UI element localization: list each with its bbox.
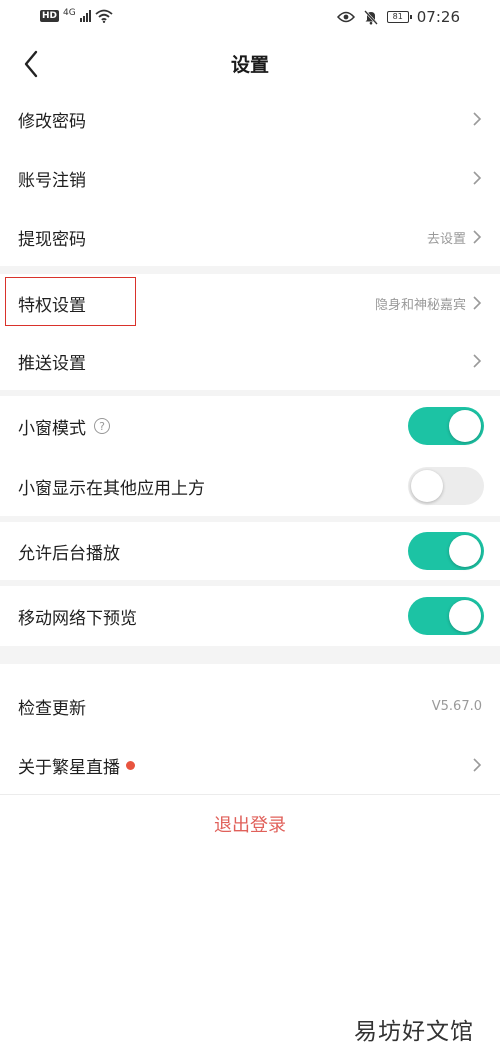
mobile-preview-toggle[interactable] — [408, 597, 484, 635]
small-window-mode-label: 小窗模式 — [18, 418, 86, 439]
signal-icon — [79, 10, 91, 22]
toggle-knob — [449, 600, 481, 632]
background-play-label: 允许后台播放 — [18, 543, 120, 564]
change-password-label: 修改密码 — [18, 111, 86, 132]
small-window-on-top-toggle[interactable] — [408, 467, 484, 505]
background-play-toggle[interactable] — [408, 532, 484, 570]
chevron-right-icon — [473, 296, 482, 310]
battery-icon: 81 — [386, 11, 412, 23]
wifi-icon — [95, 9, 113, 23]
status-right: 81 07:26 — [336, 8, 460, 26]
account-cancel-row[interactable]: 账号注销 — [0, 148, 500, 208]
change-password-row[interactable]: 修改密码 — [0, 90, 500, 148]
page-title: 设置 — [230, 54, 269, 76]
withdraw-password-label: 提现密码 — [18, 229, 86, 250]
mobile-preview-row: 移动网络下预览 — [0, 586, 500, 646]
hd-badge: HD — [40, 10, 60, 22]
chevron-right-icon — [473, 112, 482, 126]
about-label: 关于繁星直播 — [18, 757, 120, 778]
highlight-box — [5, 277, 136, 326]
chevron-right-icon — [473, 230, 482, 244]
section-gap — [0, 646, 500, 664]
version-text: V5.67.0 — [431, 698, 482, 714]
chevron-right-icon — [473, 171, 482, 185]
chevron-right-icon — [473, 354, 482, 368]
nav-bar: 设置 — [0, 36, 500, 90]
small-window-mode-row: 小窗模式 ? — [0, 396, 500, 456]
notification-dot — [126, 760, 135, 770]
chevron-right-icon — [473, 758, 482, 772]
logout-button[interactable]: 退出登录 — [0, 806, 500, 846]
toggle-knob — [449, 410, 481, 442]
push-settings-label: 推送设置 — [18, 353, 86, 374]
account-cancel-label: 账号注销 — [18, 170, 86, 191]
small-window-on-top-label: 小窗显示在其他应用上方 — [18, 478, 205, 499]
withdraw-password-value: 去设置 — [426, 231, 466, 247]
about-row[interactable]: 关于繁星直播 — [0, 736, 500, 794]
status-left: HD 4G — [40, 8, 113, 23]
section-gap — [0, 266, 500, 274]
withdraw-password-row[interactable]: 提现密码 去设置 — [0, 208, 500, 266]
toggle-knob — [411, 470, 443, 502]
privilege-settings-value: 隐身和神秘嘉宾 — [374, 297, 466, 313]
check-update-label: 检查更新 — [18, 698, 86, 719]
status-time: 07:26 — [416, 8, 460, 26]
help-icon[interactable]: ? — [94, 418, 110, 434]
small-window-on-top-row: 小窗显示在其他应用上方 — [0, 456, 500, 516]
push-settings-row[interactable]: 推送设置 — [0, 332, 500, 390]
check-update-row[interactable]: 检查更新 V5.67.0 — [0, 676, 500, 736]
mobile-preview-label: 移动网络下预览 — [18, 608, 137, 629]
status-bar: HD 4G 81 07:26 — [0, 0, 500, 36]
watermark: 易坊好文馆 — [354, 1019, 474, 1045]
divider — [0, 794, 500, 795]
background-play-row: 允许后台播放 — [0, 522, 500, 580]
eye-icon — [336, 11, 355, 23]
network-type: 4G — [63, 8, 76, 18]
toggle-knob — [449, 535, 481, 567]
small-window-mode-toggle[interactable] — [408, 407, 484, 445]
mute-bell-icon — [363, 10, 378, 25]
